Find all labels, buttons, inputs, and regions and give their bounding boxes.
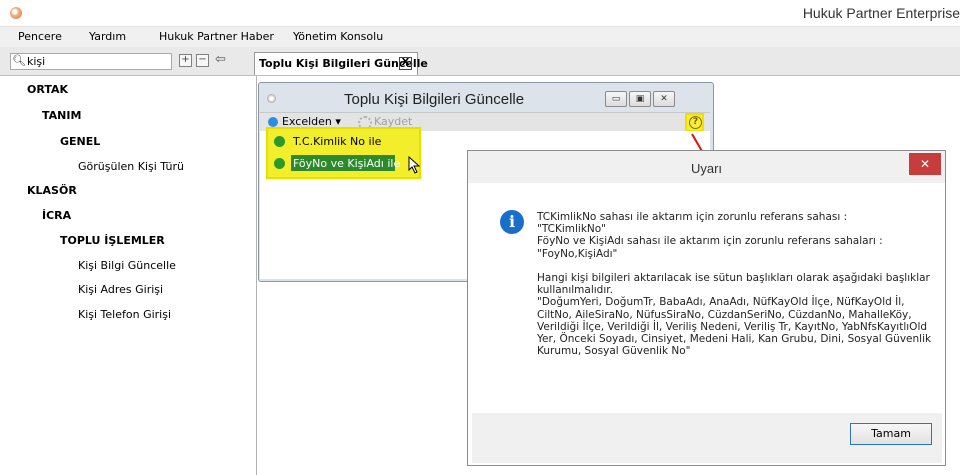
warning-dialog: Uyarı ✕ i TCKimlikNo sahası ile aktarım … (467, 150, 946, 466)
help-button[interactable]: ? (685, 113, 704, 132)
menu-item-foyno-kisiadi[interactable]: FöyNo ve KişiAdı ile (271, 154, 416, 173)
tree-item-kisi-telefon-girisi[interactable]: Kişi Telefon Girişi (78, 308, 171, 321)
ok-button[interactable]: Tamam (850, 423, 932, 445)
maximize-button[interactable]: ▣ (629, 91, 651, 107)
dialog-title: Uyarı (690, 161, 723, 176)
menu-hukuk-partner-haber[interactable]: Hukuk Partner Haber (159, 30, 274, 43)
tree-item-toplu-islemler[interactable]: TOPLU İŞLEMLER (60, 234, 165, 247)
collapse-all-button[interactable]: − (196, 54, 209, 67)
dialog-footer: Tamam (472, 413, 942, 463)
minimize-button[interactable]: ▭ (605, 91, 627, 107)
excel-icon (268, 117, 278, 127)
menu-item-tc-kimlik[interactable]: T.C.Kimlik No ile (271, 132, 416, 151)
tree-item-klasor[interactable]: KLASÖR (27, 184, 77, 197)
navigation-tree: ORTAK TANIM GENEL Görüşülen Kişi Türü KL… (0, 76, 257, 475)
tree-item-ortak[interactable]: ORTAK (27, 83, 68, 96)
tree-item-icra[interactable]: İCRA (42, 209, 71, 222)
import-options-menu: T.C.Kimlik No ile FöyNo ve KişiAdı ile (266, 127, 421, 179)
question-icon: ? (689, 116, 702, 129)
app-title: Hukuk Partner Enterprise (802, 5, 960, 21)
menu-item-label: FöyNo ve KişiAdı ile (293, 157, 401, 170)
menu-yardim[interactable]: Yardım (89, 30, 126, 43)
app-logo-icon (10, 7, 22, 19)
dialog-close-button[interactable]: ✕ (909, 153, 941, 175)
tab-close-icon[interactable]: X (399, 57, 412, 70)
inner-window-title: Toplu Kişi Bilgileri Güncelle (344, 91, 525, 108)
tree-item-kisi-adres-girisi[interactable]: Kişi Adres Girişi (78, 283, 163, 296)
info-icon: i (500, 210, 524, 234)
toolbar: 🔍︎ + − ⇦ Toplu Kişi Bilgileri Güncelle X (0, 47, 960, 76)
expand-all-button[interactable]: + (179, 54, 192, 67)
green-dot-icon (274, 158, 285, 169)
search-input[interactable] (27, 54, 167, 69)
dialog-message: TCKimlikNo sahası ile aktarım için zorun… (537, 211, 932, 358)
tree-item-tanim[interactable]: TANIM (42, 109, 81, 122)
menu-yonetim-konsolu[interactable]: Yönetim Konsolu (293, 30, 383, 43)
menu-pencere[interactable]: Pencere (18, 30, 62, 43)
tree-item-gorusulen-kisi-turu[interactable]: Görüşülen Kişi Türü (78, 160, 184, 173)
tree-item-genel[interactable]: GENEL (60, 135, 100, 148)
tree-item-kisi-bilgi-guncelle[interactable]: Kişi Bilgi Güncelle (78, 259, 176, 272)
tab-toplu-kisi-bilgileri[interactable]: Toplu Kişi Bilgileri Güncelle X (254, 52, 428, 75)
mouse-cursor-icon (408, 156, 421, 174)
dialog-body: i TCKimlikNo sahası ile aktarım için zor… (472, 183, 942, 413)
green-dot-icon (274, 136, 285, 147)
search-icon: 🔍︎ (12, 54, 26, 67)
window-icon (267, 94, 276, 103)
menu-item-label: T.C.Kimlik No ile (293, 135, 382, 148)
title-bar: Hukuk Partner Enterprise (0, 0, 960, 27)
close-window-button[interactable]: ✕ (653, 91, 675, 107)
dialog-title-bar: Uyarı ✕ (468, 151, 945, 183)
menu-bar: Pencere Yardım Hukuk Partner Haber Yönet… (0, 27, 960, 47)
back-arrow-icon[interactable]: ⇦ (215, 52, 226, 67)
search-box: 🔍︎ (10, 53, 172, 70)
